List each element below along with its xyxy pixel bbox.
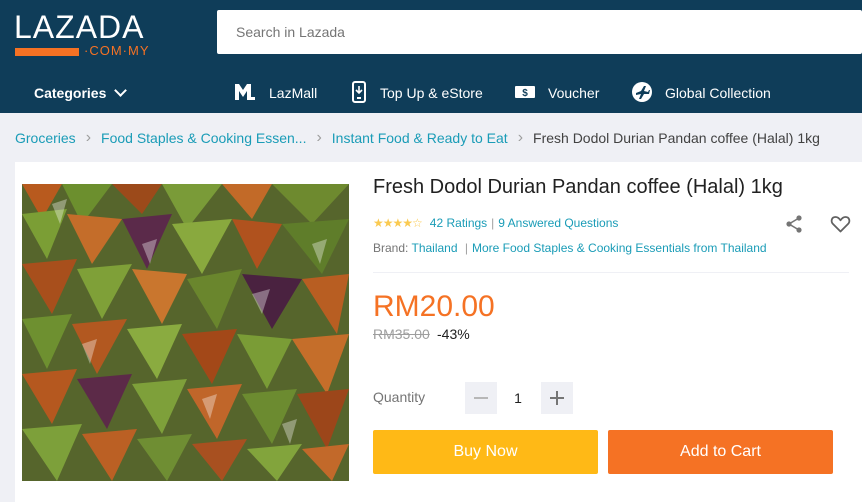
plus-icon-vertical [556, 391, 558, 405]
brand-label: Brand: [373, 241, 409, 255]
quantity-decrease-button[interactable] [465, 382, 497, 414]
discount-percent: -43% [437, 326, 470, 342]
svg-text:$: $ [522, 88, 528, 99]
nav-voucher-label: Voucher [548, 85, 600, 101]
categories-menu[interactable]: Categories [34, 78, 128, 108]
lazada-logo[interactable]: LAZADA ·COM·MY [14, 9, 149, 60]
separator: | [464, 241, 468, 255]
rating-row: ★★★★☆ 42 Ratings | 9 Answered Questions [373, 216, 618, 230]
brand-link[interactable]: Thailand [411, 241, 457, 255]
breadcrumb: Groceries › Food Staples & Cooking Essen… [15, 128, 820, 148]
minus-icon [474, 397, 488, 399]
share-icon[interactable] [784, 214, 804, 234]
brand-row: Brand: Thailand | More Food Staples & Coo… [373, 241, 767, 255]
questions-link[interactable]: 9 Answered Questions [498, 216, 618, 230]
search-input[interactable] [217, 10, 862, 54]
breadcrumb-food-staples[interactable]: Food Staples & Cooking Essen... [101, 130, 306, 146]
product-title: Fresh Dodol Durian Pandan coffee (Halal)… [373, 176, 783, 198]
breadcrumb-groceries[interactable]: Groceries [15, 130, 76, 146]
ratings-link[interactable]: 42 Ratings [430, 216, 487, 230]
voucher-icon: $ [514, 84, 536, 103]
breadcrumb-instant-food[interactable]: Instant Food & Ready to Eat [332, 130, 508, 146]
plane-icon [631, 81, 653, 106]
chevron-down-icon [114, 84, 128, 97]
separator: | [491, 216, 495, 230]
nav-topup-label: Top Up & eStore [380, 85, 483, 101]
more-from-brand-link[interactable]: More Food Staples & Cooking Essentials f… [472, 241, 767, 255]
quantity-increase-button[interactable] [541, 382, 573, 414]
top-header: LAZADA ·COM·MY Categories LazMall Top Up… [0, 0, 862, 113]
quantity-value[interactable]: 1 [498, 382, 538, 414]
nav-voucher[interactable]: $ Voucher [514, 78, 599, 108]
logo-domain: ·COM·MY [84, 43, 150, 58]
chevron-right-icon: › [85, 129, 92, 146]
buy-now-button[interactable]: Buy Now [373, 430, 598, 474]
add-to-cart-button[interactable]: Add to Cart [608, 430, 833, 474]
breadcrumb-current: Fresh Dodol Durian Pandan coffee (Halal)… [533, 130, 820, 146]
product-image[interactable] [22, 184, 349, 481]
chevron-right-icon: › [316, 129, 322, 146]
categories-label: Categories [34, 85, 107, 101]
nav-global-label: Global Collection [665, 85, 771, 101]
logo-bar [15, 48, 79, 56]
divider [373, 272, 849, 273]
star-rating-icon: ★★★★☆ [373, 216, 423, 230]
nav-lazmall-label: LazMall [269, 85, 318, 101]
original-price: RM35.00 [373, 326, 430, 342]
heart-icon[interactable] [830, 214, 851, 234]
nav-topup[interactable]: Top Up & eStore [350, 78, 483, 108]
current-price: RM20.00 [373, 290, 495, 323]
nav-lazmall[interactable]: LazMall [233, 78, 317, 108]
phone-icon [350, 80, 368, 106]
chevron-right-icon: › [517, 129, 524, 146]
logo-text: LAZADA [14, 9, 145, 45]
quantity-label: Quantity [373, 389, 426, 405]
lazmall-icon [233, 82, 257, 105]
nav-global-collection[interactable]: Global Collection [631, 78, 771, 108]
